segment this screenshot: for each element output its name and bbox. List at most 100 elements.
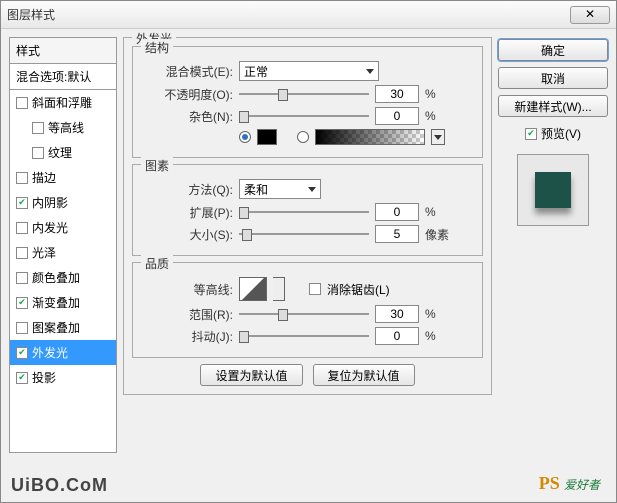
style-item-label: 颜色叠加 — [32, 269, 80, 286]
spread-unit: % — [425, 205, 436, 219]
style-checkbox[interactable] — [16, 347, 28, 359]
range-unit: % — [425, 307, 436, 321]
style-item[interactable]: 纹理 — [10, 140, 116, 165]
style-item[interactable]: 等高线 — [10, 115, 116, 140]
spread-label: 扩展(P): — [143, 204, 233, 221]
quality-title: 品质 — [141, 255, 173, 272]
blend-options-item[interactable]: 混合选项:默认 — [9, 63, 117, 89]
spread-input[interactable]: 0 — [375, 203, 419, 221]
antialias-checkbox[interactable] — [309, 283, 321, 295]
style-item[interactable]: 斜面和浮雕 — [10, 90, 116, 115]
dialog-title: 图层样式 — [7, 6, 55, 23]
reset-default-button[interactable]: 复位为默认值 — [313, 364, 415, 386]
style-checkbox[interactable] — [16, 222, 28, 234]
size-label: 大小(S): — [143, 226, 233, 243]
method-label: 方法(Q): — [143, 181, 233, 198]
antialias-label: 消除锯齿(L) — [327, 281, 390, 298]
jitter-input[interactable]: 0 — [375, 327, 419, 345]
style-item-label: 光泽 — [32, 244, 56, 261]
jitter-label: 抖动(J): — [143, 328, 233, 345]
size-input[interactable]: 5 — [375, 225, 419, 243]
style-item-label: 纹理 — [48, 144, 72, 161]
gradient-swatch[interactable] — [315, 129, 425, 145]
contour-swatch[interactable] — [239, 277, 267, 301]
style-checkbox[interactable] — [16, 297, 28, 309]
chevron-down-icon — [308, 187, 316, 192]
noise-unit: % — [425, 109, 436, 123]
make-default-button[interactable]: 设置为默认值 — [200, 364, 302, 386]
style-checkbox[interactable] — [32, 122, 44, 134]
range-label: 范围(R): — [143, 306, 233, 323]
watermark-cn: 爱好者 — [564, 478, 600, 492]
style-checkbox[interactable] — [16, 197, 28, 209]
style-item-label: 描边 — [32, 169, 56, 186]
size-unit: 像素 — [425, 226, 449, 243]
style-item[interactable]: 图案叠加 — [10, 315, 116, 340]
style-item-label: 渐变叠加 — [32, 294, 80, 311]
style-item[interactable]: 外发光 — [10, 340, 116, 365]
size-slider[interactable] — [239, 227, 369, 241]
style-checkbox[interactable] — [16, 172, 28, 184]
noise-slider[interactable] — [239, 109, 369, 123]
opacity-input[interactable]: 30 — [375, 85, 419, 103]
gradient-radio[interactable] — [297, 131, 309, 143]
chevron-down-icon — [434, 135, 442, 140]
style-item[interactable]: 投影 — [10, 365, 116, 390]
preview-checkbox[interactable] — [525, 128, 537, 140]
style-checkbox[interactable] — [16, 247, 28, 259]
structure-title: 结构 — [141, 39, 173, 56]
spread-slider[interactable] — [239, 205, 369, 219]
noise-input[interactable]: 0 — [375, 107, 419, 125]
element-title: 图素 — [141, 157, 173, 174]
titlebar: 图层样式 ✕ — [1, 1, 616, 29]
watermark-ps: PS — [539, 473, 560, 493]
method-dropdown[interactable]: 柔和 — [239, 179, 321, 199]
default-buttons-row: 设置为默认值 复位为默认值 — [132, 364, 483, 386]
style-item-label: 投影 — [32, 369, 56, 386]
jitter-unit: % — [425, 329, 436, 343]
blend-mode-dropdown[interactable]: 正常 — [239, 61, 379, 81]
new-style-button[interactable]: 新建样式(W)... — [498, 95, 608, 117]
color-swatch[interactable] — [257, 129, 277, 145]
style-item[interactable]: 光泽 — [10, 240, 116, 265]
style-checkbox[interactable] — [16, 97, 28, 109]
style-item[interactable]: 内发光 — [10, 215, 116, 240]
blend-mode-value: 正常 — [244, 63, 268, 80]
contour-dropdown-button[interactable] — [273, 277, 285, 301]
content-area: 样式 混合选项:默认 斜面和浮雕等高线纹理描边内阴影内发光光泽颜色叠加渐变叠加图… — [1, 29, 616, 461]
contour-label: 等高线: — [143, 281, 233, 298]
styles-panel: 样式 混合选项:默认 斜面和浮雕等高线纹理描边内阴影内发光光泽颜色叠加渐变叠加图… — [9, 37, 117, 453]
quality-group: 品质 等高线: 消除锯齿(L) 范围(R): 30 % — [132, 262, 483, 358]
style-checkbox[interactable] — [16, 272, 28, 284]
style-item-label: 图案叠加 — [32, 319, 80, 336]
opacity-slider[interactable] — [239, 87, 369, 101]
range-input[interactable]: 30 — [375, 305, 419, 323]
style-item[interactable]: 描边 — [10, 165, 116, 190]
range-slider[interactable] — [239, 307, 369, 321]
watermark-text: UiBO.CoM — [11, 475, 108, 496]
layer-style-dialog: 图层样式 ✕ 样式 混合选项:默认 斜面和浮雕等高线纹理描边内阴影内发光光泽颜色… — [0, 0, 617, 503]
style-item-label: 内阴影 — [32, 194, 68, 211]
style-item-label: 内发光 — [32, 219, 68, 236]
watermark-logo: PS 爱好者 — [539, 473, 600, 494]
style-checkbox[interactable] — [16, 372, 28, 384]
style-item[interactable]: 内阴影 — [10, 190, 116, 215]
close-icon: ✕ — [585, 7, 595, 21]
preview-thumbnail — [517, 154, 589, 226]
style-checkbox[interactable] — [16, 322, 28, 334]
color-radio[interactable] — [239, 131, 251, 143]
close-button[interactable]: ✕ — [570, 6, 610, 24]
blend-mode-label: 混合模式(E): — [143, 63, 233, 80]
style-item[interactable]: 颜色叠加 — [10, 265, 116, 290]
styles-header[interactable]: 样式 — [9, 37, 117, 63]
jitter-slider[interactable] — [239, 329, 369, 343]
structure-group: 结构 混合模式(E): 正常 不透明度(O): 30 % — [132, 46, 483, 158]
preview-inner — [535, 172, 571, 208]
cancel-button[interactable]: 取消 — [498, 67, 608, 89]
style-checkbox[interactable] — [32, 147, 44, 159]
style-item[interactable]: 渐变叠加 — [10, 290, 116, 315]
style-list: 斜面和浮雕等高线纹理描边内阴影内发光光泽颜色叠加渐变叠加图案叠加外发光投影 — [9, 89, 117, 453]
ok-button[interactable]: 确定 — [498, 39, 608, 61]
gradient-dropdown-button[interactable] — [431, 129, 445, 145]
style-item-label: 外发光 — [32, 344, 68, 361]
